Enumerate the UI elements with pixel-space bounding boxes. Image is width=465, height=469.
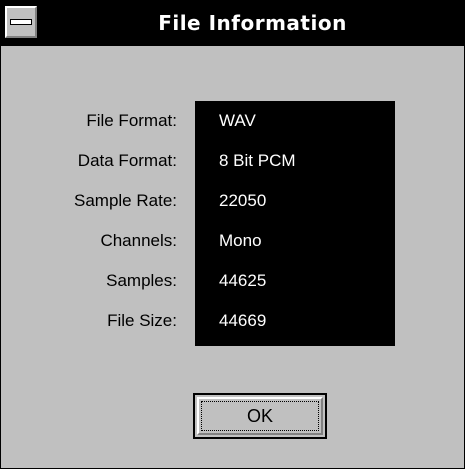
- window-title: File Information: [158, 11, 347, 35]
- file-format-value: WAV: [219, 111, 256, 130]
- file-size-value: 44669: [219, 311, 267, 330]
- ok-button-label: OK: [246, 406, 273, 426]
- file-size-label: File Size:: [107, 311, 177, 330]
- system-menu-icon[interactable]: [5, 6, 37, 38]
- samples-label: Samples:: [106, 271, 177, 290]
- data-format-value: 8 Bit PCM: [219, 151, 296, 170]
- info-values-box: WAV 8 Bit PCM 22050 Mono 44625 44669: [195, 101, 395, 346]
- sample-rate-value: 22050: [219, 191, 267, 210]
- file-information-dialog: File Information File Format: Data Forma…: [0, 0, 465, 469]
- ok-button[interactable]: OK: [193, 393, 327, 439]
- channels-label: Channels:: [100, 231, 177, 250]
- data-format-label: Data Format:: [77, 151, 177, 170]
- samples-value: 44625: [219, 271, 267, 290]
- system-menu-bar: [10, 19, 32, 25]
- file-format-label: File Format:: [86, 111, 177, 130]
- sample-rate-label: Sample Rate:: [74, 191, 177, 210]
- channels-value: Mono: [219, 231, 262, 250]
- title-bar[interactable]: File Information: [1, 1, 464, 46]
